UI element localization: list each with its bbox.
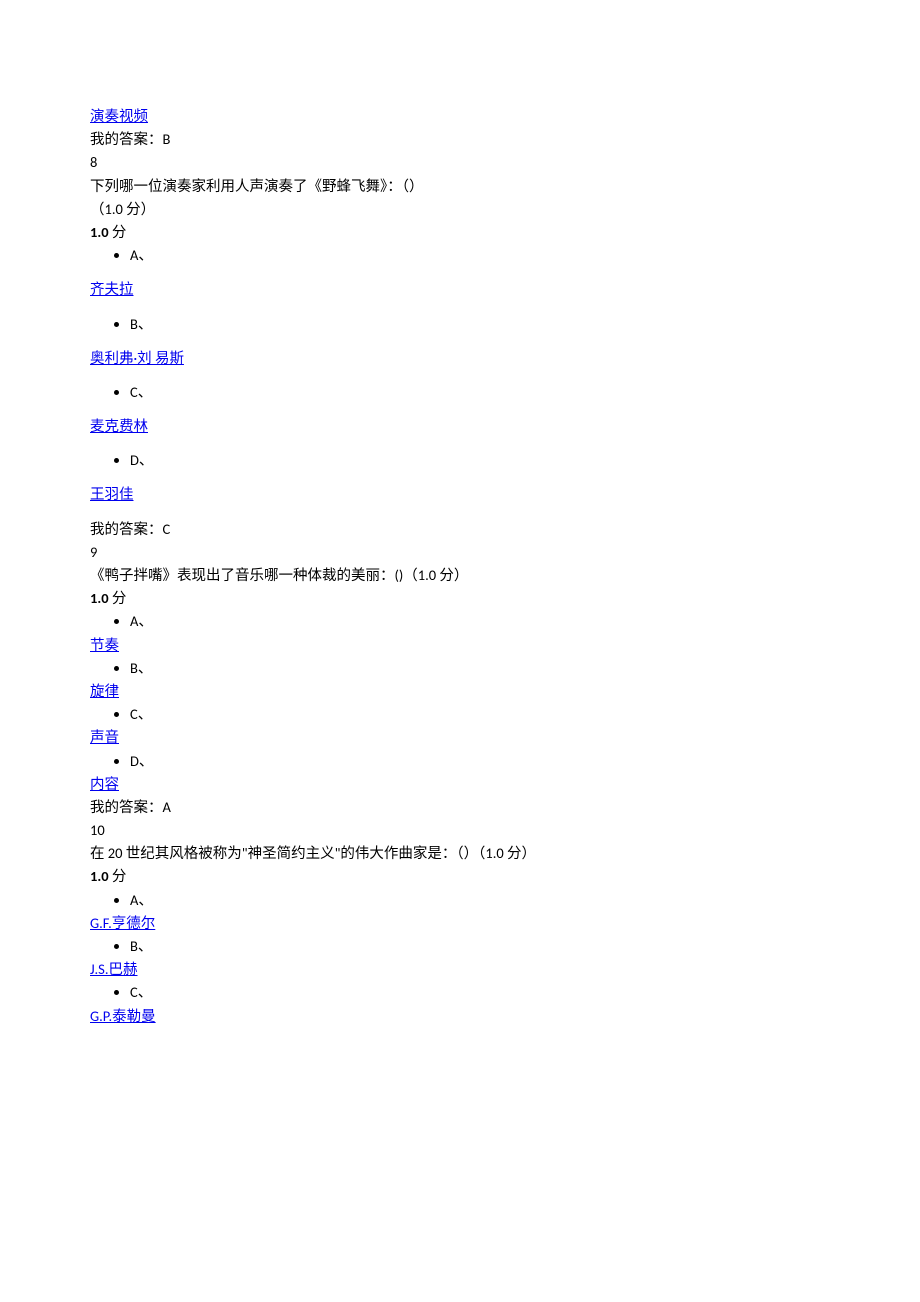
my-answer-label: 我的答案： xyxy=(90,798,163,816)
option-label-d: D、 xyxy=(130,750,830,773)
score-value: 1.0 xyxy=(90,589,109,607)
score-value: 1.0 xyxy=(90,223,109,241)
answer-link-performance-video[interactable]: 演奏视频 xyxy=(90,107,148,125)
option-link-b[interactable]: 旋律 xyxy=(90,682,119,700)
option-link-a[interactable]: 节奏 xyxy=(90,636,119,654)
option-label-c: C、 xyxy=(130,981,830,1004)
option-label-c: C、 xyxy=(130,703,830,726)
option-label-b: B、 xyxy=(130,935,830,958)
score-unit: 分 xyxy=(109,223,127,241)
score-unit: 分 xyxy=(109,589,127,607)
option-label-a: A、 xyxy=(130,610,830,633)
my-answer-label: 我的答案： xyxy=(90,520,163,538)
option-label-b: B、 xyxy=(130,657,830,680)
option-label-b: B、 xyxy=(130,313,830,336)
score-unit: 分 xyxy=(109,867,127,885)
question-number: 10 xyxy=(90,819,830,842)
option-link-a[interactable]: G.F.亨德尔 xyxy=(90,914,155,932)
question-text: 《鸭子拌嘴》表现出了音乐哪一种体裁的美丽：()（1.0 分） xyxy=(90,564,830,587)
option-link-c[interactable]: 麦克费林 xyxy=(90,417,148,435)
question-number: 8 xyxy=(90,151,830,174)
my-answer-label: 我的答案： xyxy=(90,130,163,148)
option-link-d[interactable]: 王羽佳 xyxy=(90,485,134,503)
option-link-b[interactable]: J.S.巴赫 xyxy=(90,960,137,978)
question-text: 下列哪一位演奏家利用人声演奏了《野蜂飞舞》：（） xyxy=(90,175,830,198)
score-value: 1.0 xyxy=(90,867,109,885)
option-link-a[interactable]: 齐夫拉 xyxy=(90,280,134,298)
my-answer-value: A xyxy=(163,798,171,816)
question-number: 9 xyxy=(90,541,830,564)
option-label-c: C、 xyxy=(130,381,830,404)
option-link-c[interactable]: 声音 xyxy=(90,728,119,746)
option-label-d: D、 xyxy=(130,449,830,472)
question-text: 在 20 世纪其风格被称为"神圣简约主义"的伟大作曲家是：（）（1.0 分） xyxy=(90,842,830,865)
option-link-c[interactable]: G.P.泰勒曼 xyxy=(90,1007,156,1025)
option-link-d[interactable]: 内容 xyxy=(90,775,119,793)
my-answer-value: C xyxy=(163,520,171,538)
option-label-a: A、 xyxy=(130,889,830,912)
my-answer-value: B xyxy=(163,130,171,148)
option-label-a: A、 xyxy=(130,244,830,267)
question-points-line: （1.0 分） xyxy=(90,198,830,221)
option-link-b[interactable]: 奥利弗·刘 易斯 xyxy=(90,349,184,367)
